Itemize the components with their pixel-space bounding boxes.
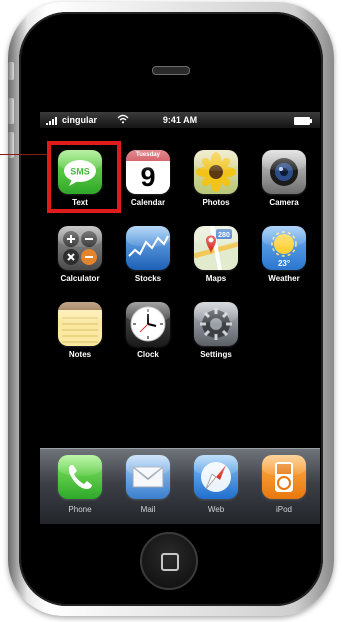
- notes-icon: [58, 302, 102, 346]
- app-weather[interactable]: 23° Weather: [252, 226, 316, 300]
- mail-icon: [126, 455, 170, 499]
- app-label: Mail: [140, 505, 156, 514]
- app-label: Photos: [202, 198, 230, 207]
- callout-pointer: [0, 154, 48, 155]
- app-label: Notes: [68, 350, 92, 359]
- compass-icon: [194, 455, 238, 499]
- app-label: Phone: [68, 505, 92, 514]
- app-label: Maps: [205, 274, 227, 283]
- ipod-icon: [262, 455, 306, 499]
- maps-icon: 280: [194, 226, 238, 270]
- app-label: Weather: [268, 274, 300, 283]
- app-camera[interactable]: Camera: [252, 150, 316, 224]
- status-bar: cingular 9:41 AM: [40, 112, 320, 128]
- clock-icon: [126, 302, 170, 346]
- app-label: Calculator: [60, 274, 100, 283]
- battery-icon: [294, 117, 312, 125]
- app-label: Camera: [269, 198, 299, 207]
- phone-icon: [58, 455, 102, 499]
- sunflower-icon: [194, 150, 238, 194]
- volume-up-button[interactable]: [8, 98, 14, 124]
- home-square-icon: [161, 553, 179, 571]
- app-label: Web: [207, 505, 225, 514]
- text-app-highlight: [47, 141, 121, 213]
- dock-app-ipod[interactable]: iPod: [252, 455, 316, 524]
- app-settings[interactable]: Settings: [184, 302, 248, 376]
- earpiece-speaker: [152, 66, 190, 75]
- app-maps[interactable]: 280 Maps: [184, 226, 248, 300]
- app-notes[interactable]: Notes: [48, 302, 112, 376]
- app-calculator[interactable]: Calculator: [48, 226, 112, 300]
- app-stocks[interactable]: Stocks: [116, 226, 180, 300]
- app-label: Settings: [200, 350, 232, 359]
- app-label: Calendar: [130, 198, 166, 207]
- app-label: Stocks: [134, 274, 162, 283]
- weather-icon: 23°: [262, 226, 306, 270]
- dock-app-web[interactable]: Web: [184, 455, 248, 524]
- app-clock[interactable]: Clock: [116, 302, 180, 376]
- app-calendar[interactable]: Tuesday 9 Calendar: [116, 150, 180, 224]
- stocks-icon: [126, 226, 170, 270]
- dock-app-phone[interactable]: Phone: [48, 455, 112, 524]
- home-button[interactable]: [140, 532, 198, 590]
- app-photos[interactable]: Photos: [184, 150, 248, 224]
- calendar-day-name: Tuesday: [126, 150, 170, 161]
- gear-icon: [194, 302, 238, 346]
- svg-text:280: 280: [218, 232, 230, 239]
- svg-text:23°: 23°: [278, 259, 290, 268]
- calendar-day-number: 9: [140, 162, 156, 192]
- status-time: 9:41 AM: [162, 115, 198, 125]
- calculator-icon: [58, 226, 102, 270]
- app-label: iPod: [275, 505, 292, 514]
- calendar-icon: Tuesday 9: [126, 150, 170, 194]
- dock: Phone Mail Web iPod: [40, 448, 320, 524]
- app-label: Clock: [137, 350, 159, 359]
- camera-icon: [262, 150, 306, 194]
- ringer-switch[interactable]: [8, 62, 14, 80]
- dock-app-mail[interactable]: Mail: [116, 455, 180, 524]
